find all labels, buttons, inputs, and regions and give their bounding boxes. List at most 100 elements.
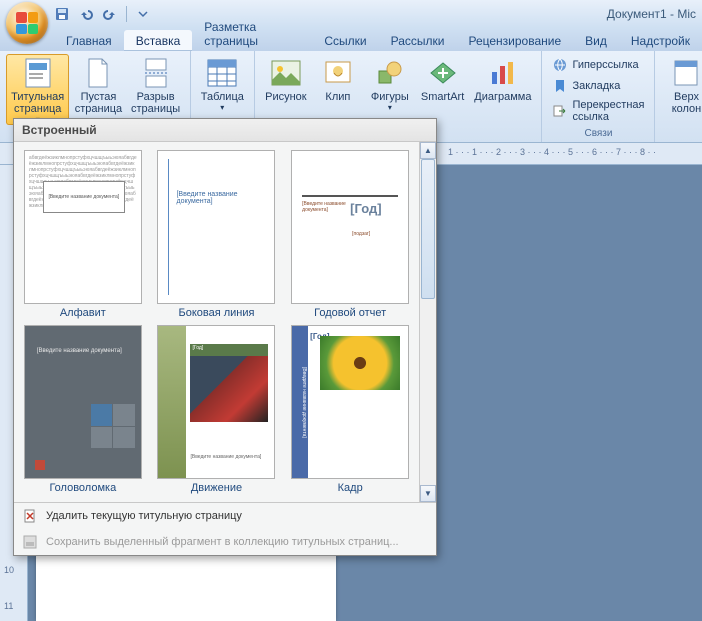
- tab-home[interactable]: Главная: [54, 30, 124, 51]
- group-links-label: Связи: [548, 128, 648, 141]
- thumb-year: [Год]: [192, 345, 203, 351]
- gallery-item-label: Кадр: [338, 482, 363, 494]
- group-header-partial: Верх колон: [655, 51, 702, 142]
- chart-icon: [487, 57, 519, 89]
- tab-mailings[interactable]: Рассылки: [379, 30, 457, 51]
- header-button-partial[interactable]: Верх колон: [661, 54, 702, 116]
- thumb-placeholder: [Введите название документа]: [302, 201, 350, 216]
- gallery-item-label: Алфавит: [60, 307, 106, 319]
- bookmark-icon: [552, 78, 568, 94]
- gallery-scrollbar[interactable]: ▲ ▼: [419, 142, 436, 502]
- page-break-icon: [140, 57, 172, 89]
- crossref-label: Перекрестная ссылка: [572, 99, 644, 123]
- picture-icon: [270, 57, 302, 89]
- clip-button[interactable]: Клип: [313, 54, 363, 104]
- ribbon-tabstrip: Главная Вставка Разметка страницы Ссылки…: [0, 28, 702, 51]
- thumb-year: [Год]: [350, 201, 381, 216]
- undo-icon[interactable]: [78, 6, 94, 22]
- header-label: Верх колон: [665, 91, 702, 115]
- clip-label: Клип: [325, 91, 350, 103]
- save-selection-button: Сохранить выделенный фрагмент в коллекци…: [14, 529, 436, 555]
- shapes-button[interactable]: Фигуры ▾: [365, 54, 415, 113]
- blank-page-label: Пустая страница: [75, 91, 122, 115]
- chart-label: Диаграмма: [474, 91, 531, 103]
- gallery-thumb: [Введите название документа]: [24, 325, 142, 479]
- thumb-placeholder: [Введите название документа]: [292, 326, 308, 478]
- cover-page-label: Титульная страница: [10, 91, 65, 115]
- cover-page-button[interactable]: Титульная страница ▾: [6, 54, 69, 125]
- crossref-icon: [552, 103, 568, 119]
- tab-addins[interactable]: Надстройк: [619, 30, 702, 51]
- gallery-item-motion[interactable]: [Год] [Введите название документа] Движе…: [154, 325, 280, 494]
- tab-insert[interactable]: Вставка: [124, 30, 193, 51]
- page-break-button[interactable]: Разрыв страницы: [128, 54, 184, 116]
- thumb-placeholder: [Введите название документа]: [190, 454, 261, 460]
- picture-button[interactable]: Рисунок: [261, 54, 311, 104]
- remove-cover-page-label: Удалить текущую титульную страницу: [46, 510, 242, 522]
- crossref-button[interactable]: Перекрестная ссылка: [548, 98, 648, 124]
- gallery-item-annual[interactable]: [Введите название документа] [Год] [подз…: [287, 150, 413, 319]
- smartart-label: SmartArt: [421, 91, 464, 103]
- cover-page-icon: [22, 57, 54, 89]
- title-bar: Документ1 - Mic: [0, 0, 702, 28]
- qat-customize-icon[interactable]: [135, 6, 151, 22]
- office-button[interactable]: [6, 2, 48, 44]
- gallery-thumb: абвгдеёжзиклмнопрстуфхцчшщъыьэюяабвгдеёж…: [24, 150, 142, 304]
- bookmark-button[interactable]: Закладка: [548, 77, 648, 95]
- gallery-item-alphabet[interactable]: абвгдеёжзиклмнопрстуфхцчшщъыьэюяабвгдеёж…: [20, 150, 146, 319]
- shapes-icon: [374, 57, 406, 89]
- save-selection-icon: [22, 534, 38, 550]
- gallery-item-label: Боковая линия: [179, 307, 255, 319]
- chevron-down-icon: ▾: [220, 103, 224, 112]
- thumb-placeholder: [Введите название документа]: [43, 181, 125, 213]
- gallery-item-frame[interactable]: [Введите название документа] [Год] Кадр: [287, 325, 413, 494]
- page-break-label: Разрыв страницы: [131, 91, 180, 115]
- cover-page-gallery: Встроенный абвгдеёжзиклмнопрстуфхцчшщъыь…: [13, 118, 437, 556]
- ruler-marks: 1 · · · 1 · · · 2 · · · 3 · · · 4 · · · …: [448, 147, 656, 157]
- remove-icon: [22, 508, 38, 524]
- qat-divider: [126, 6, 127, 22]
- save-icon[interactable]: [54, 6, 70, 22]
- gallery-item-label: Головоломка: [49, 482, 116, 494]
- redo-icon[interactable]: [102, 6, 118, 22]
- document-title: Документ1 - Mic: [607, 7, 696, 21]
- tab-references[interactable]: Ссылки: [312, 30, 378, 51]
- save-selection-label: Сохранить выделенный фрагмент в коллекци…: [46, 536, 399, 548]
- smartart-button[interactable]: SmartArt: [417, 54, 468, 104]
- remove-cover-page-button[interactable]: Удалить текущую титульную страницу: [14, 503, 436, 529]
- tab-page-layout[interactable]: Разметка страницы: [192, 16, 312, 51]
- gallery-item-label: Годовой отчет: [314, 307, 386, 319]
- vruler-mark: 10: [4, 565, 14, 575]
- gallery-item-label: Движение: [191, 482, 242, 494]
- group-links: Гиперссылка Закладка Перекрестная ссылка…: [542, 51, 655, 142]
- scroll-down-button[interactable]: ▼: [420, 485, 436, 502]
- chevron-down-icon: ▾: [388, 103, 392, 112]
- gallery-item-sideline[interactable]: [Введите название документа] Боковая лин…: [154, 150, 280, 319]
- table-button[interactable]: Таблица ▾: [197, 54, 248, 113]
- clip-icon: [322, 57, 354, 89]
- tab-review[interactable]: Рецензирование: [456, 30, 573, 51]
- gallery-thumb: [Введите название документа] [Год]: [291, 325, 409, 479]
- chart-button[interactable]: Диаграмма: [470, 54, 535, 104]
- blank-page-button[interactable]: Пустая страница: [71, 54, 125, 116]
- scroll-thumb[interactable]: [421, 159, 435, 299]
- thumb-placeholder: [Введите название документа]: [37, 348, 122, 354]
- gallery-footer: Удалить текущую титульную страницу Сохра…: [14, 502, 436, 555]
- office-logo-icon: [16, 12, 38, 34]
- scroll-up-button[interactable]: ▲: [420, 142, 436, 159]
- tab-view[interactable]: Вид: [573, 30, 619, 51]
- header-icon: [670, 57, 702, 89]
- scroll-track[interactable]: [420, 159, 436, 485]
- vruler-mark: 11: [4, 601, 13, 611]
- bookmark-label: Закладка: [572, 80, 620, 92]
- thumb-placeholder: [Введите название документа]: [176, 191, 274, 205]
- blank-page-icon: [82, 57, 114, 89]
- table-icon: [206, 57, 238, 89]
- gallery-thumb: [Введите название документа]: [157, 150, 275, 304]
- gallery-thumb: [Введите название документа] [Год] [подз…: [291, 150, 409, 304]
- gallery-item-puzzle[interactable]: [Введите название документа] Головоломка: [20, 325, 146, 494]
- hyperlink-button[interactable]: Гиперссылка: [548, 56, 648, 74]
- quick-access-toolbar: [54, 6, 151, 22]
- gallery-header: Встроенный: [14, 119, 436, 142]
- hyperlink-icon: [552, 57, 568, 73]
